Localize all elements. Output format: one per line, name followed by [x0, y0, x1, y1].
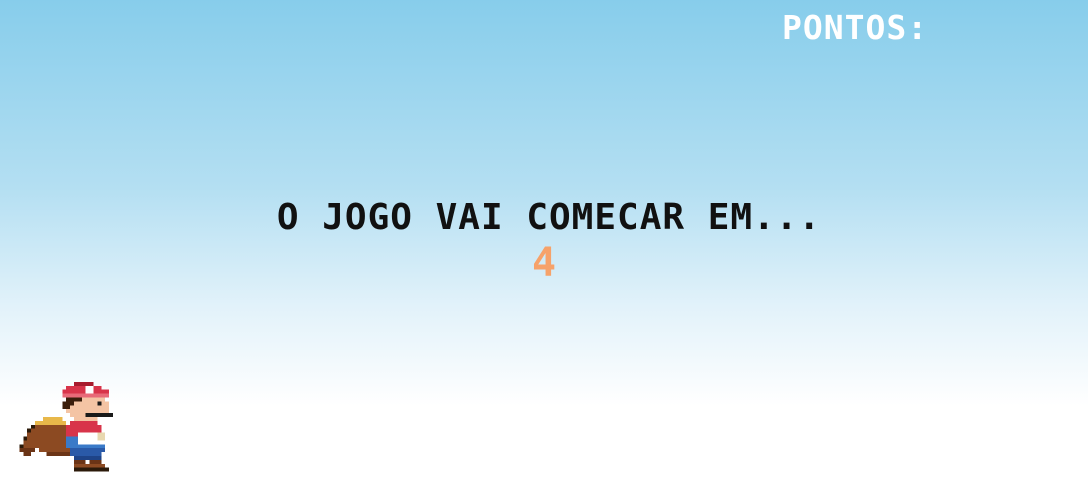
countdown-number: 4 — [531, 240, 557, 286]
hat — [62, 381, 110, 398]
cape-mario-sprite — [19, 381, 113, 472]
score-display: PONTOS: — [782, 8, 938, 48]
countdown-panel: O JOGO VAI COMECAR EM... 4 — [0, 195, 1088, 285]
cape — [19, 417, 71, 456]
face — [62, 397, 113, 421]
countdown-message: O JOGO VAI COMECAR EM... — [276, 197, 822, 238]
game-screen: PONTOS: O JOGO VAI COMECAR EM... 4 — [0, 0, 1088, 495]
shoes — [73, 459, 110, 472]
body — [66, 420, 106, 460]
score-label: PONTOS: — [782, 8, 929, 47]
